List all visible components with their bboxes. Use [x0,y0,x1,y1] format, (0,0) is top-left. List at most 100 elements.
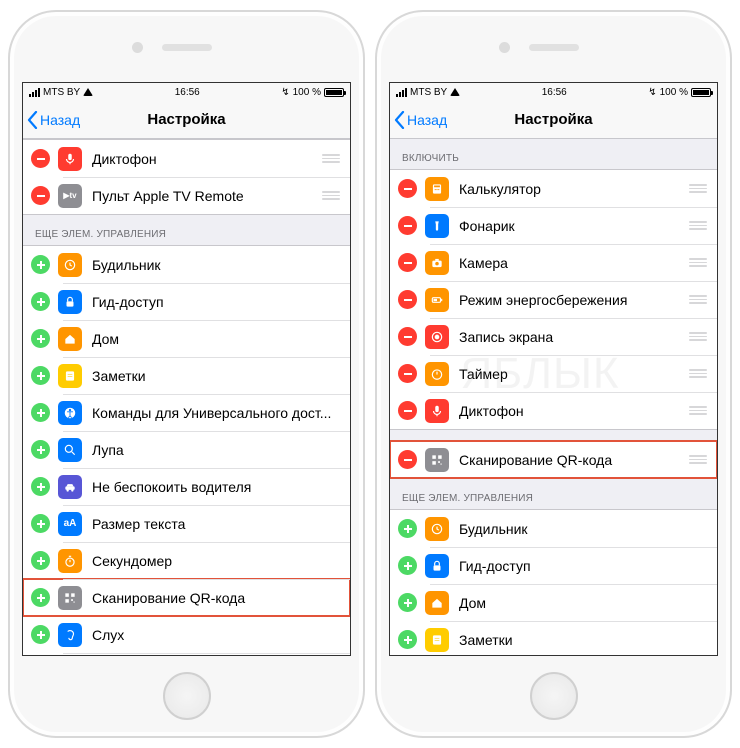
drag-handle-icon[interactable] [689,406,707,415]
add-button[interactable] [31,625,50,644]
list-row[interactable]: Будильник [23,246,350,283]
screen-right: MTS BY 16:56 ↯ 100 % Назад Настройка ВКЛ… [389,82,718,656]
remove-button[interactable] [398,401,417,420]
drag-handle-icon[interactable] [689,455,707,464]
drag-handle-icon[interactable] [689,184,707,193]
charging-icon: ↯ [648,87,656,98]
list-row[interactable]: Диктофон [390,392,717,429]
add-button[interactable] [398,556,417,575]
list-row[interactable]: aAРазмер текста [23,505,350,542]
home-icon [425,591,449,615]
drag-handle-icon[interactable] [689,369,707,378]
battery-icon [691,88,711,97]
row-label: Дом [92,331,340,347]
list-row[interactable]: Гид-доступ [390,547,717,584]
remove-button[interactable] [398,450,417,469]
list-row[interactable]: Лупа [23,431,350,468]
list-row[interactable]: Команды для Универсального дост... [23,394,350,431]
add-button[interactable] [398,519,417,538]
row-label: Заметки [459,632,707,648]
list-row[interactable]: Диктофон [23,140,350,177]
remove-button[interactable] [398,327,417,346]
list-row[interactable]: Сканирование QR-кода [23,579,350,616]
add-button[interactable] [31,366,50,385]
home-button[interactable] [530,672,578,720]
remove-button[interactable] [398,253,417,272]
row-label: Не беспокоить водителя [92,479,340,495]
remove-button[interactable] [31,149,50,168]
back-button[interactable]: Назад [390,111,447,129]
list-row[interactable]: Секундомер [23,542,350,579]
row-label: Лупа [92,442,340,458]
list-row[interactable]: Не беспокоить водителя [23,468,350,505]
lock-icon [425,554,449,578]
row-label: Режим энергосбережения [459,292,689,308]
status-time: 16:56 [175,87,200,98]
add-button[interactable] [31,255,50,274]
battery-icon [324,88,344,97]
list-row[interactable]: Сканирование QR-кода [390,441,717,478]
add-button[interactable] [31,514,50,533]
list-row[interactable]: Дом [390,584,717,621]
camera-icon [425,251,449,275]
list-row[interactable]: Слух [23,616,350,653]
add-button[interactable] [398,630,417,649]
row-label: Гид-доступ [459,558,707,574]
phone-speaker [162,44,212,51]
list-row[interactable]: Таймер [390,355,717,392]
drag-handle-icon[interactable] [689,221,707,230]
drag-handle-icon[interactable] [322,191,340,200]
nav-bar: Назад Настройка [390,101,717,139]
row-label: Диктофон [92,151,322,167]
remove-button[interactable] [398,290,417,309]
add-button[interactable] [31,588,50,607]
list-row[interactable]: Будильник [390,510,717,547]
section-more-header: ЕЩЕ ЭЛЕМ. УПРАВЛЕНИЯ [23,215,350,245]
list-row[interactable]: Wallet [23,653,350,655]
row-label: Гид-доступ [92,294,340,310]
remove-button[interactable] [398,179,417,198]
list-row[interactable]: Камера [390,244,717,281]
drag-handle-icon[interactable] [689,332,707,341]
add-button[interactable] [31,403,50,422]
list-body-left[interactable]: Диктофон ▶tvПульт Apple TV Remote ЕЩЕ ЭЛЕ… [23,139,350,655]
drag-handle-icon[interactable] [322,154,340,163]
list-row[interactable]: Дом [23,320,350,357]
more-list: БудильникГид-доступДомЗаметкиКоманды для… [390,509,717,655]
list-row[interactable]: Гид-доступ [23,283,350,320]
drag-handle-icon[interactable] [689,295,707,304]
row-label: Фонарик [459,218,689,234]
add-button[interactable] [31,440,50,459]
carrier-label: MTS BY [43,87,80,98]
phone-right: MTS BY 16:56 ↯ 100 % Назад Настройка ВКЛ… [375,10,732,738]
list-row[interactable]: Фонарик [390,207,717,244]
list-row[interactable]: Заметки [23,357,350,394]
list-row[interactable]: Заметки [390,621,717,655]
signal-icon [396,88,407,97]
remove-button[interactable] [398,216,417,235]
add-button[interactable] [398,593,417,612]
list-body-right[interactable]: ВКЛЮЧИТЬ КалькуляторФонарикКамераРежим э… [390,139,717,655]
note-icon [58,364,82,388]
list-row[interactable]: Режим энергосбережения [390,281,717,318]
qr-icon [425,448,449,472]
back-button[interactable]: Назад [23,111,80,129]
remove-button[interactable] [398,364,417,383]
add-button[interactable] [31,477,50,496]
home-button[interactable] [163,672,211,720]
list-row[interactable]: Калькулятор [390,170,717,207]
add-button[interactable] [31,329,50,348]
remove-button[interactable] [31,186,50,205]
add-button[interactable] [31,292,50,311]
list-row[interactable]: Запись экрана [390,318,717,355]
timer-icon [425,362,449,386]
list-row[interactable]: ▶tvПульт Apple TV Remote [23,177,350,214]
calc-icon [425,177,449,201]
row-label: Таймер [459,366,689,382]
drag-handle-icon[interactable] [689,258,707,267]
phone-camera [132,42,143,53]
add-button[interactable] [31,551,50,570]
row-label: Размер текста [92,516,340,532]
row-label: Сканирование QR-кода [459,452,689,468]
row-label: Команды для Универсального дост... [92,405,340,421]
